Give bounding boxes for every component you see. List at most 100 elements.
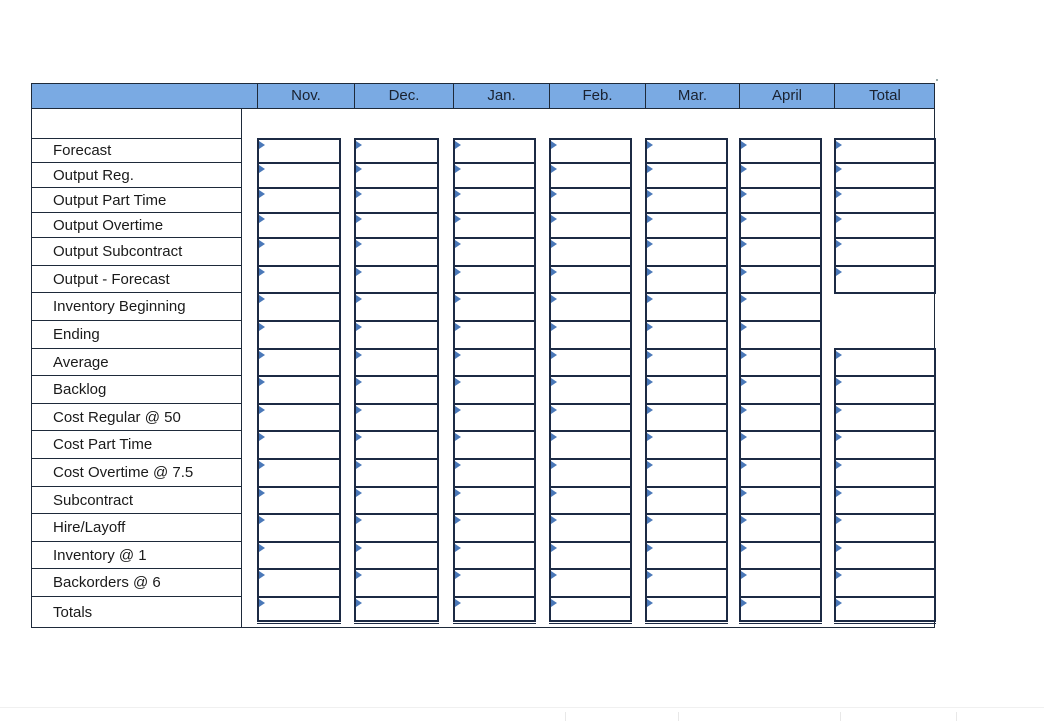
input-cell-total[interactable]: [834, 513, 936, 543]
input-cell-mar[interactable]: [645, 430, 728, 460]
input-cell-april[interactable]: [739, 237, 822, 267]
input-cell-jan[interactable]: [453, 292, 536, 322]
input-cell-dec[interactable]: [354, 187, 439, 214]
input-cell-jan[interactable]: [453, 237, 536, 267]
input-cell-dec[interactable]: [354, 596, 439, 622]
input-cell-april[interactable]: [739, 292, 822, 322]
input-cell-april[interactable]: [739, 430, 822, 460]
input-cell-jan[interactable]: [453, 568, 536, 598]
input-cell-nov[interactable]: [257, 513, 341, 543]
input-cell-mar[interactable]: [645, 320, 728, 350]
input-cell-feb[interactable]: [549, 187, 632, 214]
input-cell-total[interactable]: [834, 187, 936, 214]
input-cell-total[interactable]: [834, 265, 936, 294]
input-cell-mar[interactable]: [645, 187, 728, 214]
input-cell-nov[interactable]: [257, 596, 341, 622]
input-cell-dec[interactable]: [354, 375, 439, 405]
input-cell-mar[interactable]: [645, 162, 728, 189]
input-cell-dec[interactable]: [354, 430, 439, 460]
input-cell-mar[interactable]: [645, 375, 728, 405]
input-cell-dec[interactable]: [354, 162, 439, 189]
input-cell-total[interactable]: [834, 212, 936, 239]
input-cell-april[interactable]: [739, 320, 822, 350]
input-cell-mar[interactable]: [645, 596, 728, 622]
input-cell-jan[interactable]: [453, 596, 536, 622]
input-cell-jan[interactable]: [453, 320, 536, 350]
input-cell-april[interactable]: [739, 187, 822, 214]
input-cell-dec[interactable]: [354, 138, 439, 164]
input-cell-feb[interactable]: [549, 458, 632, 488]
input-cell-feb[interactable]: [549, 320, 632, 350]
input-cell-dec[interactable]: [354, 403, 439, 432]
input-cell-dec[interactable]: [354, 292, 439, 322]
input-cell-dec[interactable]: [354, 237, 439, 267]
input-cell-nov[interactable]: [257, 212, 341, 239]
input-cell-nov[interactable]: [257, 162, 341, 189]
input-cell-jan[interactable]: [453, 138, 536, 164]
input-cell-total[interactable]: [834, 348, 936, 377]
input-cell-mar[interactable]: [645, 541, 728, 570]
input-cell-april[interactable]: [739, 348, 822, 377]
input-cell-jan[interactable]: [453, 513, 536, 543]
input-cell-jan[interactable]: [453, 212, 536, 239]
input-cell-dec[interactable]: [354, 486, 439, 515]
input-cell-jan[interactable]: [453, 265, 536, 294]
input-cell-feb[interactable]: [549, 486, 632, 515]
input-cell-total[interactable]: [834, 568, 936, 598]
input-cell-total[interactable]: [834, 486, 936, 515]
input-cell-mar[interactable]: [645, 237, 728, 267]
input-cell-mar[interactable]: [645, 403, 728, 432]
input-cell-total[interactable]: [834, 596, 936, 622]
input-cell-feb[interactable]: [549, 138, 632, 164]
input-cell-april[interactable]: [739, 375, 822, 405]
input-cell-total[interactable]: [834, 138, 936, 164]
input-cell-jan[interactable]: [453, 348, 536, 377]
input-cell-nov[interactable]: [257, 430, 341, 460]
input-cell-april[interactable]: [739, 458, 822, 488]
input-cell-feb[interactable]: [549, 403, 632, 432]
input-cell-feb[interactable]: [549, 265, 632, 294]
input-cell-dec[interactable]: [354, 265, 439, 294]
input-cell-feb[interactable]: [549, 513, 632, 543]
input-cell-april[interactable]: [739, 541, 822, 570]
input-cell-dec[interactable]: [354, 212, 439, 239]
input-cell-nov[interactable]: [257, 458, 341, 488]
input-cell-mar[interactable]: [645, 486, 728, 515]
input-cell-mar[interactable]: [645, 348, 728, 377]
input-cell-nov[interactable]: [257, 320, 341, 350]
input-cell-mar[interactable]: [645, 568, 728, 598]
input-cell-dec[interactable]: [354, 348, 439, 377]
input-cell-nov[interactable]: [257, 187, 341, 214]
input-cell-total[interactable]: [834, 403, 936, 432]
input-cell-nov[interactable]: [257, 265, 341, 294]
input-cell-total[interactable]: [834, 237, 936, 267]
input-cell-dec[interactable]: [354, 568, 439, 598]
input-cell-total[interactable]: [834, 162, 936, 189]
input-cell-jan[interactable]: [453, 187, 536, 214]
input-cell-dec[interactable]: [354, 541, 439, 570]
input-cell-nov[interactable]: [257, 138, 341, 164]
input-cell-feb[interactable]: [549, 212, 632, 239]
input-cell-april[interactable]: [739, 513, 822, 543]
input-cell-nov[interactable]: [257, 403, 341, 432]
input-cell-feb[interactable]: [549, 237, 632, 267]
input-cell-feb[interactable]: [549, 162, 632, 189]
input-cell-feb[interactable]: [549, 541, 632, 570]
input-cell-dec[interactable]: [354, 320, 439, 350]
input-cell-nov[interactable]: [257, 375, 341, 405]
input-cell-mar[interactable]: [645, 513, 728, 543]
input-cell-feb[interactable]: [549, 375, 632, 405]
input-cell-mar[interactable]: [645, 138, 728, 164]
input-cell-nov[interactable]: [257, 237, 341, 267]
input-cell-april[interactable]: [739, 568, 822, 598]
input-cell-nov[interactable]: [257, 292, 341, 322]
input-cell-jan[interactable]: [453, 375, 536, 405]
input-cell-april[interactable]: [739, 403, 822, 432]
input-cell-jan[interactable]: [453, 403, 536, 432]
input-cell-feb[interactable]: [549, 348, 632, 377]
input-cell-mar[interactable]: [645, 265, 728, 294]
input-cell-april[interactable]: [739, 265, 822, 294]
input-cell-total[interactable]: [834, 541, 936, 570]
input-cell-jan[interactable]: [453, 162, 536, 189]
input-cell-total[interactable]: [834, 375, 936, 405]
